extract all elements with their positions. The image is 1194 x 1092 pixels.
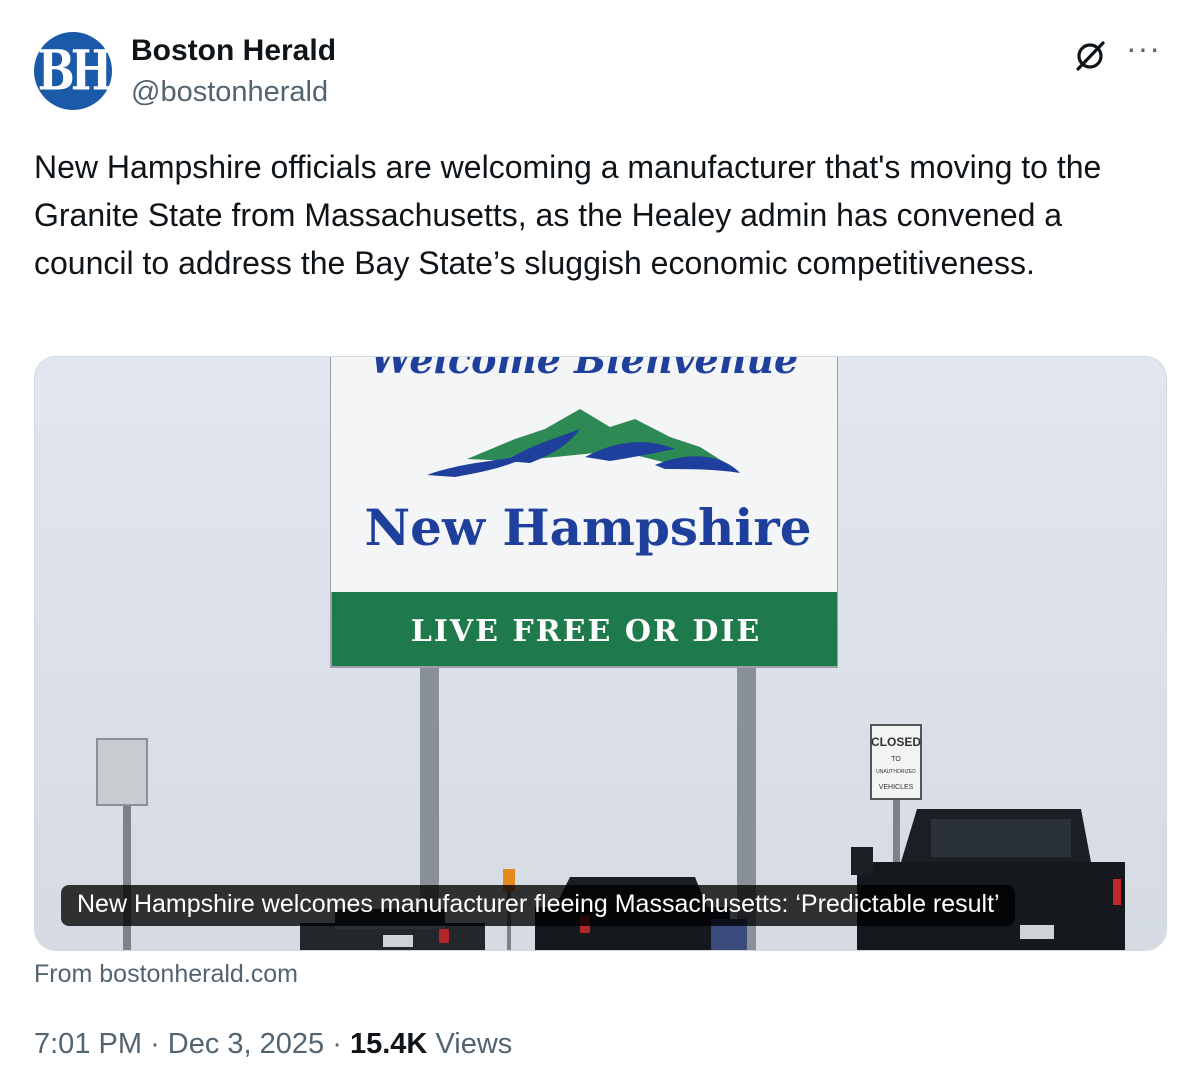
svg-text:VEHICLES: VEHICLES <box>879 784 914 791</box>
tweet-text: New Hampshire officials are welcoming a … <box>34 149 1102 281</box>
link-card-caption: New Hampshire welcomes manufacturer flee… <box>61 885 1015 926</box>
tweet-date[interactable]: Dec 3, 2025 <box>168 1028 324 1060</box>
svg-text:CLOSED: CLOSED <box>871 735 921 749</box>
tweet-time[interactable]: 7:01 PM <box>34 1028 142 1060</box>
views-count: 15.4K <box>349 1028 428 1060</box>
svg-text:UNAUTHORIZED: UNAUTHORIZED <box>876 769 916 775</box>
meta-separator: · <box>150 1028 160 1060</box>
author-handle[interactable]: @bostonherald <box>131 76 328 109</box>
svg-text:TO: TO <box>891 756 901 763</box>
author-display-name[interactable]: Boston Herald <box>131 34 336 68</box>
grok-icon[interactable] <box>1072 38 1108 74</box>
views-label: Views <box>435 1028 513 1060</box>
avatar-text: BH <box>37 39 113 103</box>
sign-photo: Welcome Bienvenue New Hampshire LIVE FRE… <box>35 357 1166 950</box>
more-options-icon[interactable]: ··· <box>1126 30 1161 67</box>
tweet-meta: 7:01 PM · Dec 3, 2025 · 15.4K Views <box>34 1028 512 1061</box>
sign-state-name: New Hampshire <box>364 498 811 557</box>
avatar[interactable]: BH <box>34 32 112 110</box>
link-source[interactable]: From bostonherald.com <box>34 960 298 989</box>
sign-motto: LIVE FREE OR DIE <box>411 614 762 649</box>
sign-welcome-text: Welcome Bienvenue <box>370 357 798 382</box>
link-card-image[interactable]: Welcome Bienvenue New Hampshire LIVE FRE… <box>34 356 1167 951</box>
meta-separator: · <box>332 1028 342 1060</box>
